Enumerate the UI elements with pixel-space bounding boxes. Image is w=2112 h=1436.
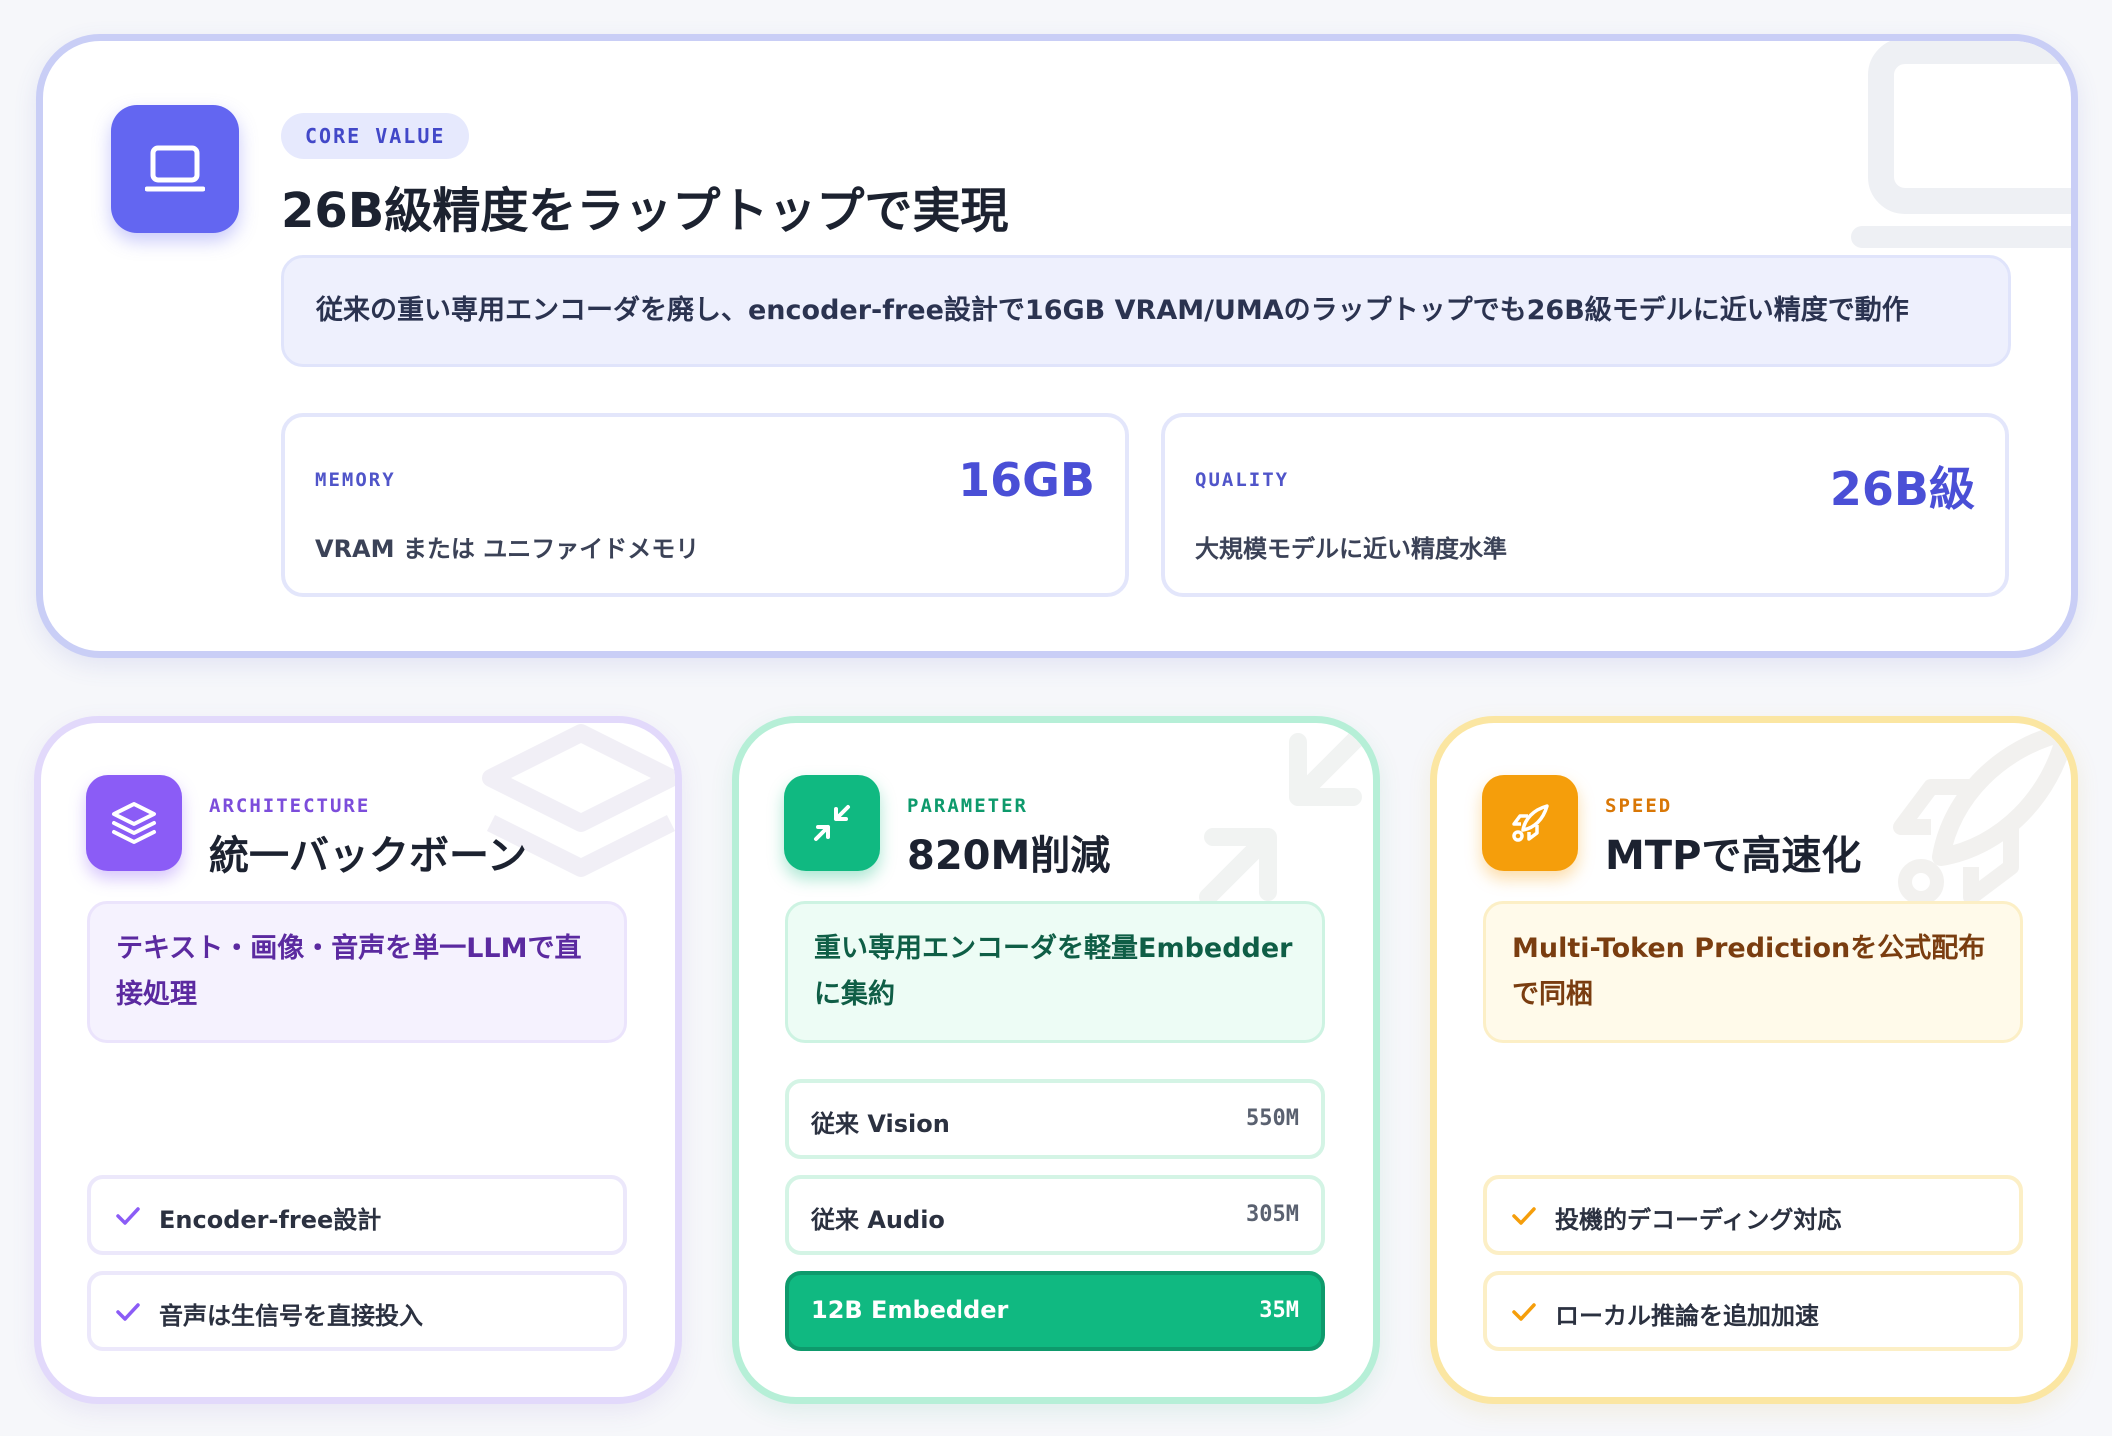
parameter-card: PARAMETER 820M削減 重い専用エンコーダを軽量Embedderに集約… — [732, 716, 1380, 1404]
feature-item: ローカル推論を追加加速 — [1483, 1271, 2023, 1351]
card-kicker: PARAMETER — [907, 795, 1028, 817]
layers-icon — [86, 775, 182, 871]
architecture-card: ARCHITECTURE 統一バックボーン テキスト・画像・音声を単一LLMで直… — [34, 716, 682, 1404]
feature-text: ローカル推論を追加加速 — [1555, 1302, 1819, 1330]
minimize-icon — [784, 775, 880, 871]
stat-value: 16GB — [958, 453, 1095, 507]
param-label: 12B Embedder — [811, 1296, 1009, 1324]
param-value: 305M — [1246, 1202, 1299, 1227]
feature-text: 音声は生信号を直接投入 — [159, 1302, 423, 1330]
layers-watermark-icon — [482, 724, 675, 877]
param-row-vision: 従来 Vision 550M — [785, 1079, 1325, 1159]
feature-item: 投機的デコーディング対応 — [1483, 1175, 2023, 1255]
feature-item: 音声は生信号を直接投入 — [87, 1271, 627, 1351]
check-icon — [116, 1303, 140, 1321]
card-description: Multi-Token Predictionを公式配布で同梱 — [1483, 901, 2023, 1043]
check-icon — [1512, 1303, 1536, 1321]
minimize-watermark-icon — [1199, 728, 1367, 906]
card-title: 統一バックボーン — [209, 833, 527, 879]
card-kicker: SPEED — [1605, 795, 1673, 817]
param-value: 550M — [1246, 1106, 1299, 1131]
check-icon — [116, 1207, 140, 1225]
stat-description: 大規模モデルに近い精度水準 — [1195, 535, 1507, 563]
laptop-watermark-icon — [1851, 41, 2071, 248]
check-icon — [1512, 1207, 1536, 1225]
core-value-card: CORE VALUE 26B級精度をラップトップで実現 従来の重い専用エンコーダ… — [36, 34, 2078, 658]
card-title: 820M削減 — [907, 833, 1111, 879]
laptop-icon — [111, 105, 239, 233]
memory-stat: MEMORY 16GB VRAM または ユニファイドメモリ — [281, 413, 1129, 597]
hero-title: 26B級精度をラップトップで実現 — [281, 183, 1009, 239]
core-value-badge: CORE VALUE — [281, 113, 470, 159]
param-row-audio: 従来 Audio 305M — [785, 1175, 1325, 1255]
param-value: 35M — [1259, 1298, 1299, 1323]
hero-description: 従来の重い専用エンコーダを廃し、encoder-free設計で16GB VRAM… — [281, 255, 2011, 367]
stat-label: QUALITY — [1195, 469, 1290, 491]
param-row-embedder: 12B Embedder 35M — [785, 1271, 1325, 1351]
quality-stat: QUALITY 26B級 大規模モデルに近い精度水準 — [1161, 413, 2009, 597]
rocket-icon — [1482, 775, 1578, 871]
stat-description: VRAM または ユニファイドメモリ — [315, 535, 700, 563]
card-title: MTPで高速化 — [1605, 833, 1862, 879]
feature-item: Encoder-free設計 — [87, 1175, 627, 1255]
card-description: 重い専用エンコーダを軽量Embedderに集約 — [785, 901, 1325, 1043]
card-kicker: ARCHITECTURE — [209, 795, 371, 817]
feature-text: 投機的デコーディング対応 — [1555, 1206, 1842, 1234]
stat-label: MEMORY — [315, 469, 396, 491]
stat-value: 26B級 — [1829, 462, 1975, 516]
feature-text: Encoder-free設計 — [159, 1206, 382, 1234]
rocket-watermark-icon — [1893, 723, 2071, 905]
param-label: 従来 Audio — [811, 1206, 945, 1234]
speed-card: SPEED MTPで高速化 Multi-Token Predictionを公式配… — [1430, 716, 2078, 1404]
card-description: テキスト・画像・音声を単一LLMで直接処理 — [87, 901, 627, 1043]
param-label: 従来 Vision — [811, 1110, 950, 1138]
